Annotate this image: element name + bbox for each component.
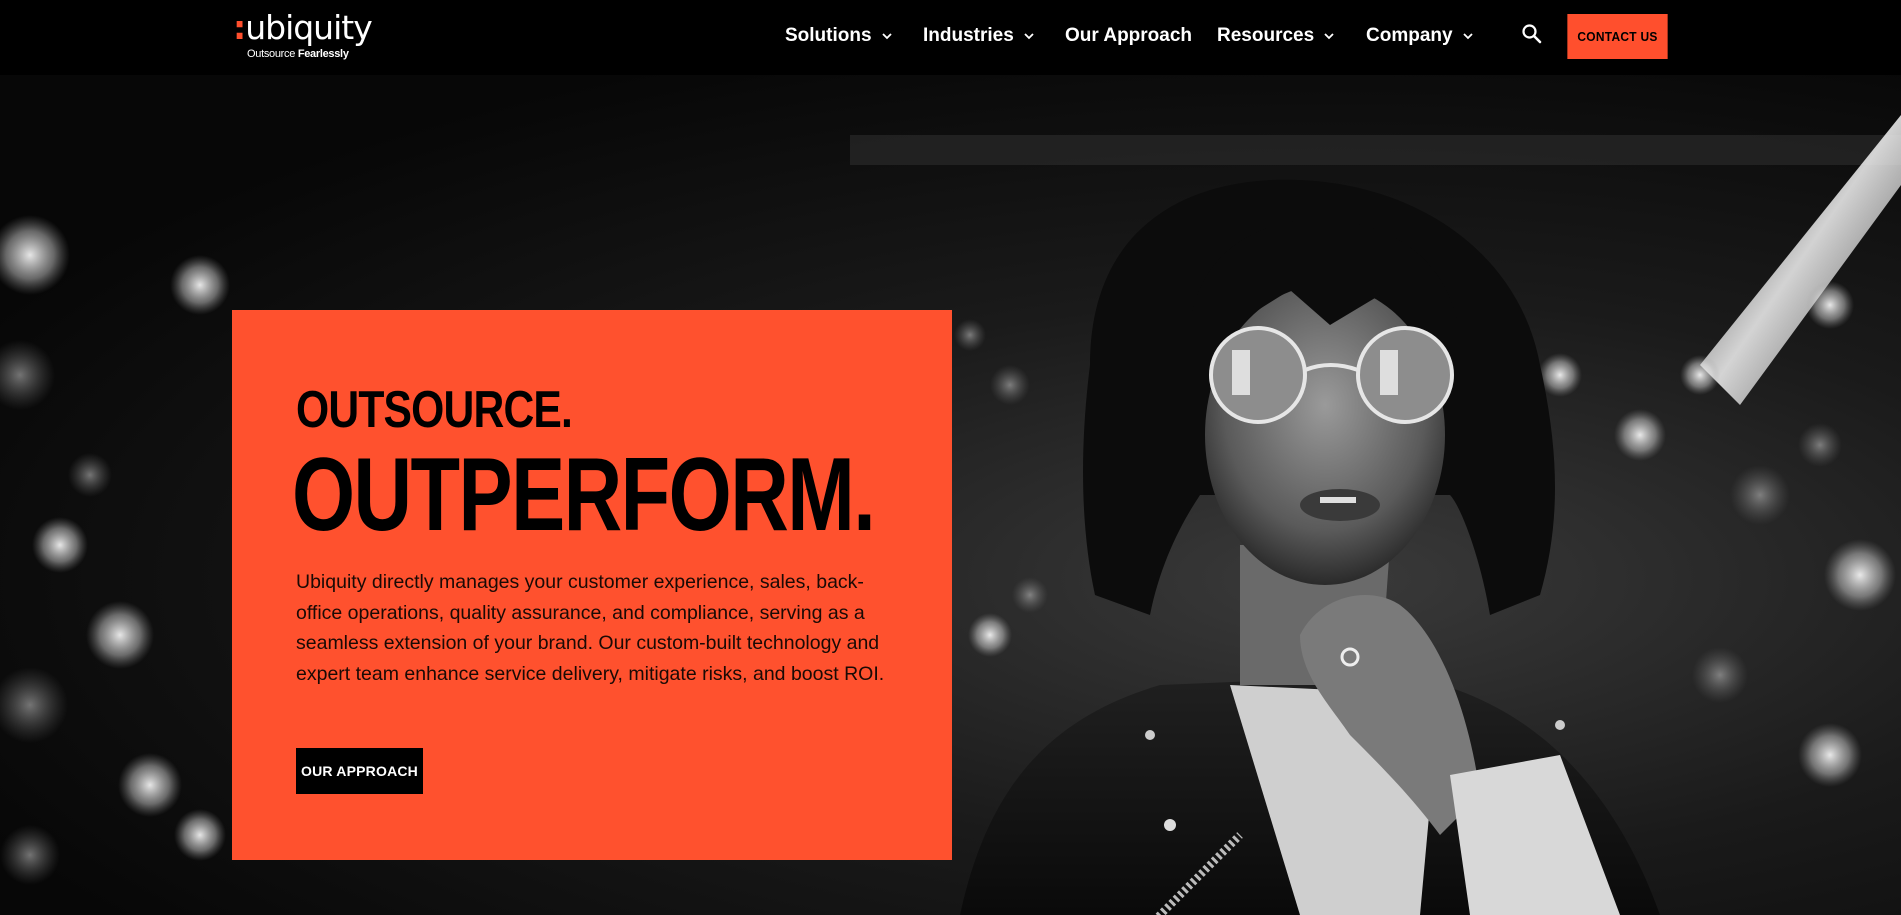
hero-headline-big: OUTPERFORM. [292, 437, 876, 553]
nav-label: Solutions [785, 25, 872, 46]
chevron-down-icon [1324, 33, 1334, 40]
hero-headline-small: OUTSOURCE. [296, 381, 573, 439]
logo-tagline: Outsource Fearlessly [247, 48, 349, 60]
nav-label: Our Approach [1065, 25, 1193, 46]
nav-item-industries[interactable]: Industries [923, 24, 1035, 48]
site-header: :ubiquity Outsource Fearlessly Solutions… [0, 0, 1901, 75]
our-approach-button[interactable]: OUR APPROACH [296, 748, 423, 794]
nav-item-company[interactable]: Company [1366, 24, 1474, 48]
chevron-down-icon [1024, 33, 1034, 40]
ubiquity-logo[interactable]: :ubiquity Outsource Fearlessly [233, 8, 373, 64]
chevron-down-icon [881, 33, 892, 40]
logo-wordmark: :ubiquity [233, 8, 373, 47]
chevron-down-icon [1462, 33, 1473, 40]
hero-promo-panel: OUTSOURCE. OUTPERFORM. Ubiquity directly… [232, 310, 952, 860]
hero-description: Ubiquity directly manages your customer … [296, 571, 885, 685]
nav-label: Resources [1217, 25, 1315, 46]
hero-section: OUTSOURCE. OUTPERFORM. Ubiquity directly… [0, 75, 1901, 915]
nav-item-our-approach[interactable]: Our Approach [1065, 24, 1192, 48]
nav-item-resources[interactable]: Resources [1217, 24, 1335, 48]
nav-label: Industries [923, 25, 1014, 46]
contact-us-button[interactable]: CONTACT US [1567, 14, 1668, 59]
search-icon[interactable] [1520, 22, 1544, 46]
nav-label: Company [1366, 25, 1453, 46]
nav-item-solutions[interactable]: Solutions [785, 24, 893, 48]
